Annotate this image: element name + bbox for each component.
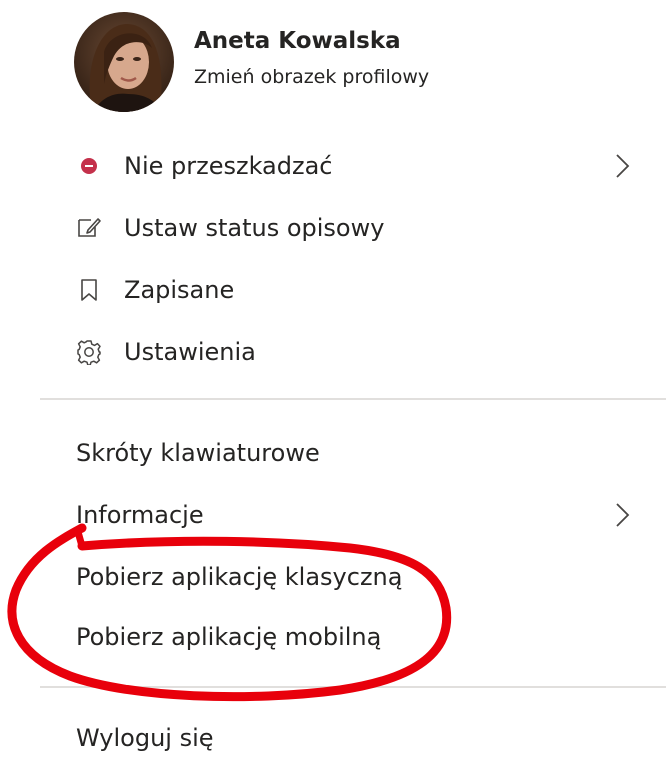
chevron-right-icon <box>616 154 630 178</box>
sign-out-item[interactable]: Wyloguj się <box>76 714 666 762</box>
profile-header: Aneta Kowalska Zmień obrazek profilowy <box>74 12 429 112</box>
download-mobile-app-item[interactable]: Pobierz aplikację mobilną <box>76 613 666 661</box>
set-status-message-label: Ustaw status opisowy <box>124 214 385 242</box>
divider <box>40 686 666 688</box>
gear-icon <box>76 339 102 365</box>
keyboard-shortcuts-label: Skróty klawiaturowe <box>76 439 320 467</box>
keyboard-shortcuts-item[interactable]: Skróty klawiaturowe <box>76 429 666 477</box>
status-do-not-disturb-icon <box>76 153 102 179</box>
profile-name: Aneta Kowalska <box>194 28 401 54</box>
avatar[interactable] <box>74 12 174 112</box>
profile-text: Aneta Kowalska Zmień obrazek profilowy <box>194 28 429 90</box>
set-status-message-item[interactable]: Ustaw status opisowy <box>76 204 666 252</box>
divider <box>40 398 666 400</box>
status-do-not-disturb-item[interactable]: Nie przeszkadzać <box>76 142 666 190</box>
settings-label: Ustawienia <box>124 338 256 366</box>
change-profile-picture-link[interactable]: Zmień obrazek profilowy <box>194 64 429 90</box>
status-label: Nie przeszkadzać <box>124 152 333 180</box>
chevron-right-icon <box>616 503 630 527</box>
download-desktop-app-item[interactable]: Pobierz aplikację klasyczną <box>76 553 666 601</box>
download-mobile-app-label: Pobierz aplikację mobilną <box>76 623 382 651</box>
saved-label: Zapisane <box>124 276 235 304</box>
sign-out-label: Wyloguj się <box>76 724 214 752</box>
bookmark-icon <box>76 277 102 303</box>
settings-item[interactable]: Ustawienia <box>76 328 666 376</box>
avatar-photo <box>74 12 174 112</box>
about-item[interactable]: Informacje <box>76 491 666 539</box>
profile-menu: Aneta Kowalska Zmień obrazek profilowy N… <box>0 0 666 756</box>
download-desktop-app-label: Pobierz aplikację klasyczną <box>76 563 403 591</box>
about-label: Informacje <box>76 501 204 529</box>
saved-item[interactable]: Zapisane <box>76 266 666 314</box>
edit-status-icon <box>76 215 102 241</box>
